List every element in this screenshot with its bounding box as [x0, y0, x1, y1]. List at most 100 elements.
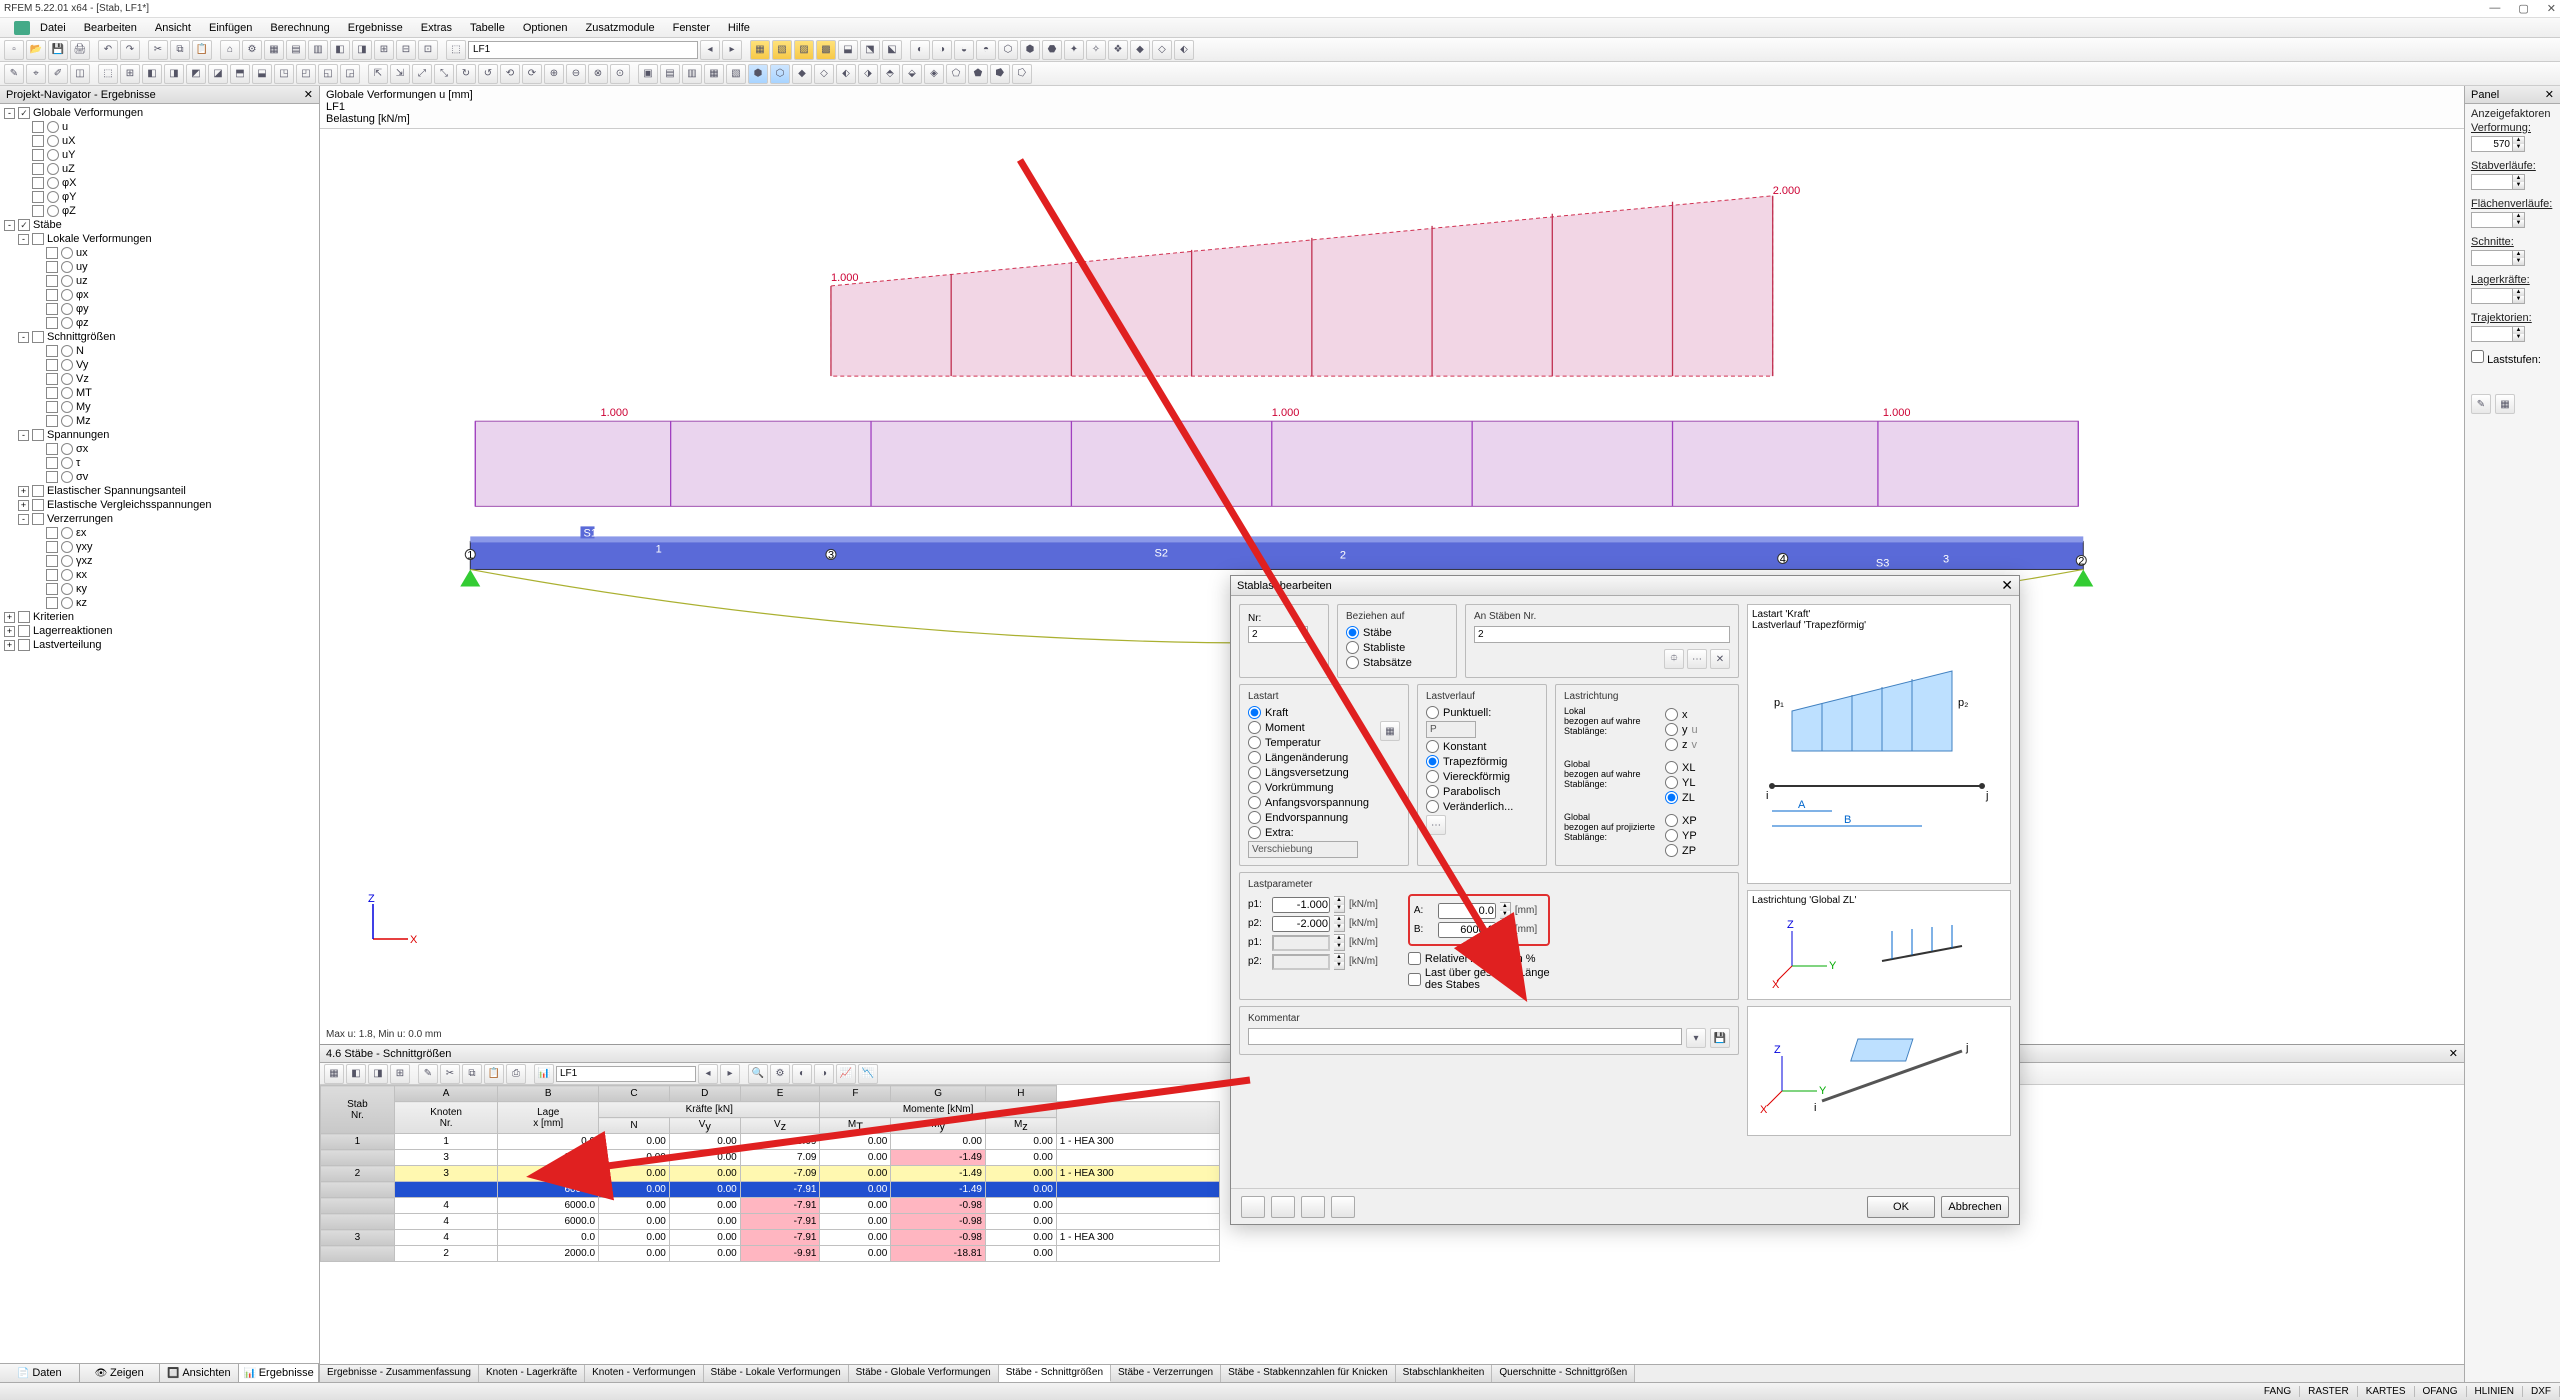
tree-item[interactable]: -Spannungen — [2, 428, 317, 442]
dt-btn-5[interactable]: ✎ — [418, 1064, 438, 1084]
table-row[interactable]: 22000.00.000.00-9.910.00-18.810.00 — [321, 1246, 1220, 1262]
tb-k-icon[interactable]: ⬚ — [446, 40, 466, 60]
tb2-r-icon[interactable]: ⇲ — [390, 64, 410, 84]
table-row[interactable]: 230.00.000.00-7.090.00-1.490.001 - HEA 3… — [321, 1166, 1220, 1182]
tree-item[interactable]: εx — [2, 526, 317, 540]
tb-r9-icon[interactable]: ✧ — [1086, 40, 1106, 60]
tb-new-icon[interactable]: ▫ — [4, 40, 24, 60]
tb2-l-icon[interactable]: ⬓ — [252, 64, 272, 84]
dlg-tool-3[interactable] — [1301, 1196, 1325, 1218]
tb-r7-icon[interactable]: ⬣ — [1042, 40, 1062, 60]
menu-hilfe[interactable]: Hilfe — [720, 20, 758, 36]
menu-optionen[interactable]: Optionen — [515, 20, 576, 36]
rb-extra[interactable]: Extra: — [1248, 826, 1400, 839]
tb2-i-icon[interactable]: ◩ — [186, 64, 206, 84]
menu-extras[interactable]: Extras — [413, 20, 460, 36]
tb-y1-icon[interactable]: ▦ — [750, 40, 770, 60]
rp-traj-input[interactable] — [2471, 326, 2513, 342]
lastart-info-icon[interactable]: ▦ — [1380, 721, 1400, 741]
rp-lager-input[interactable] — [2471, 288, 2513, 304]
tree-item[interactable]: ux — [2, 246, 317, 260]
tree-item[interactable]: -Lokale Verformungen — [2, 232, 317, 246]
nav-tab-ergebnisse[interactable]: 📊 Ergebnisse — [239, 1364, 319, 1382]
tb2-o-icon[interactable]: ◱ — [318, 64, 338, 84]
tree-item[interactable]: φz — [2, 316, 317, 330]
tb-b-icon[interactable]: ⚙ — [242, 40, 262, 60]
sheet-tab[interactable]: Stäbe - Lokale Verformungen — [704, 1365, 849, 1382]
tb2-ag-icon[interactable]: ▧ — [726, 64, 746, 84]
spin-down-icon[interactable]: ▼ — [2513, 144, 2524, 151]
tb-f-icon[interactable]: ◧ — [330, 40, 350, 60]
tree-item[interactable]: φy — [2, 302, 317, 316]
tb2-k-icon[interactable]: ⬒ — [230, 64, 250, 84]
tb2-t-icon[interactable]: ⤡ — [434, 64, 454, 84]
navigator-close-icon[interactable]: ✕ — [304, 88, 313, 101]
tree-item[interactable]: φX — [2, 176, 317, 190]
tb2-as-icon[interactable]: ⭓ — [990, 64, 1010, 84]
tb2-g-icon[interactable]: ◧ — [142, 64, 162, 84]
sheet-tab[interactable]: Ergebnisse - Zusammenfassung — [320, 1365, 479, 1382]
tb2-s-icon[interactable]: ⤢ — [412, 64, 432, 84]
dt-next-icon[interactable]: ▸ — [720, 1064, 740, 1084]
rb-laengsver[interactable]: Längsversetzung — [1248, 766, 1400, 779]
rb-anfvor[interactable]: Anfangsvorspannung — [1248, 796, 1400, 809]
nav-tab-ansichten[interactable]: 🔲 Ansichten — [160, 1364, 240, 1382]
tb-y2-icon[interactable]: ▧ — [772, 40, 792, 60]
tb-e-icon[interactable]: ▥ — [308, 40, 328, 60]
sheet-tab[interactable]: Stäbe - Schnittgrößen — [999, 1365, 1111, 1382]
data-table-close-icon[interactable]: ✕ — [2449, 1047, 2458, 1060]
tb2-n-icon[interactable]: ◰ — [296, 64, 316, 84]
tree-item[interactable]: -Globale Verformungen — [2, 106, 317, 120]
dt-btn-2[interactable]: ◧ — [346, 1064, 366, 1084]
tree-item[interactable]: φY — [2, 190, 317, 204]
tb2-j-icon[interactable]: ◪ — [208, 64, 228, 84]
sheet-tab[interactable]: Querschnitte - Schnittgrößen — [1492, 1365, 1635, 1382]
tb-open-icon[interactable]: 📂 — [26, 40, 46, 60]
kommentar-save-icon[interactable]: 💾 — [1710, 1028, 1730, 1048]
tb2-ar-icon[interactable]: ⬟ — [968, 64, 988, 84]
tb-d-icon[interactable]: ▤ — [286, 40, 306, 60]
tb2-p-icon[interactable]: ◲ — [340, 64, 360, 84]
tb2-f-icon[interactable]: ⊞ — [120, 64, 140, 84]
tb-r3-icon[interactable]: ◒ — [954, 40, 974, 60]
rb-trapez[interactable]: Trapezförmig — [1426, 755, 1538, 768]
tb2-ad-icon[interactable]: ▤ — [660, 64, 680, 84]
tree-item[interactable]: Vz — [2, 372, 317, 386]
dt-btn-7[interactable]: ⧉ — [462, 1064, 482, 1084]
tb-save-icon[interactable]: 💾 — [48, 40, 68, 60]
tb2-u-icon[interactable]: ↻ — [456, 64, 476, 84]
tree-item[interactable]: γxz — [2, 554, 317, 568]
tb-cut-icon[interactable]: ✂ — [148, 40, 168, 60]
tb-r6-icon[interactable]: ⬢ — [1020, 40, 1040, 60]
tree-item[interactable]: Mz — [2, 414, 317, 428]
rb-vorkr[interactable]: Vorkrümmung — [1248, 781, 1400, 794]
tb2-at-icon[interactable]: ⭔ — [1012, 64, 1032, 84]
menu-tabelle[interactable]: Tabelle — [462, 20, 513, 36]
rp-flach-input[interactable] — [2471, 212, 2513, 228]
nav-tab-daten[interactable]: 📄 Daten — [0, 1364, 80, 1382]
tree-item[interactable]: MT — [2, 386, 317, 400]
tree-item[interactable]: Vy — [2, 358, 317, 372]
tb-m2-icon[interactable]: ⬔ — [860, 40, 880, 60]
tree-item[interactable]: κx — [2, 568, 317, 582]
tb2-af-icon[interactable]: ▦ — [704, 64, 724, 84]
kommentar-input[interactable] — [1248, 1028, 1682, 1045]
tree-item[interactable]: γxy — [2, 540, 317, 554]
status-cell[interactable]: HLINIEN — [2467, 1386, 2523, 1397]
tb2-z-icon[interactable]: ⊖ — [566, 64, 586, 84]
table-row[interactable]: 340.00.000.00-7.910.00-0.980.001 - HEA 3… — [321, 1230, 1220, 1246]
dialog-close-icon[interactable]: ✕ — [2001, 577, 2013, 594]
tree-item[interactable]: φx — [2, 288, 317, 302]
tb-y3-icon[interactable]: ▨ — [794, 40, 814, 60]
tree-item[interactable]: uy — [2, 260, 317, 274]
tree-item[interactable]: +Lastverteilung — [2, 638, 317, 652]
menu-ergebnisse[interactable]: Ergebnisse — [340, 20, 411, 36]
tb-j-icon[interactable]: ⊡ — [418, 40, 438, 60]
B-input[interactable] — [1438, 922, 1496, 938]
tree-item[interactable]: u — [2, 120, 317, 134]
sheet-tab[interactable]: Stäbe - Globale Verformungen — [849, 1365, 999, 1382]
tb2-ai-icon[interactable]: ⬡ — [770, 64, 790, 84]
window-maximize[interactable]: ▢ — [2518, 2, 2528, 15]
tb-r12-icon[interactable]: ◇ — [1152, 40, 1172, 60]
dt-btn-10[interactable]: 📊 — [534, 1064, 554, 1084]
